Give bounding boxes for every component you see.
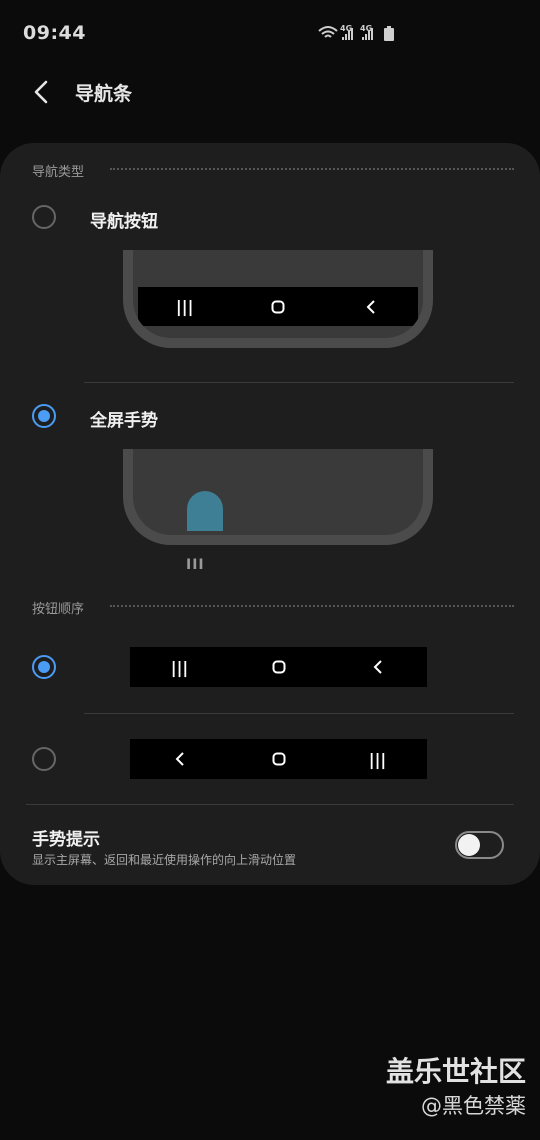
back-button[interactable] — [28, 78, 56, 106]
radio-order-recents-first[interactable] — [32, 655, 56, 679]
wifi-icon — [318, 26, 338, 38]
recents-icon: ||| — [368, 749, 387, 769]
section-divider — [110, 605, 514, 607]
network-label-2: 4G — [360, 24, 372, 33]
home-icon — [259, 752, 299, 766]
divider — [84, 382, 514, 383]
page-title: 导航条 — [75, 83, 133, 105]
option-label-nav-buttons: 导航按钮 — [90, 212, 158, 232]
preview-fullscreen-gestures[interactable] — [123, 449, 433, 545]
gesture-finger-icon — [187, 491, 223, 531]
back-icon — [351, 299, 391, 314]
toggle-knob — [458, 834, 480, 856]
radio-fullscreen-gestures[interactable] — [32, 404, 56, 428]
battery-icon — [384, 26, 394, 41]
recents-icon: ||| — [170, 657, 189, 677]
order-option-recents-first[interactable]: ||| — [130, 647, 427, 687]
preview-nav-buttons[interactable]: ||| — [123, 250, 433, 348]
gesture-hint-title: 手势提示 — [32, 830, 100, 850]
section-header-button-order: 按钮顺序 — [32, 602, 85, 617]
back-icon — [358, 660, 398, 674]
network-label-1: 4G — [340, 24, 352, 33]
watermark-title: 盖乐世社区 — [385, 1055, 526, 1088]
divider — [26, 804, 514, 805]
settings-card: 导航类型 导航按钮 ||| 全屏手势 按钮顺序 ||| ||| — [0, 143, 540, 885]
order-option-back-first[interactable]: ||| — [130, 739, 427, 779]
radio-order-back-first[interactable] — [32, 747, 56, 771]
home-icon — [259, 660, 299, 674]
back-icon — [160, 752, 200, 766]
section-header-nav-type: 导航类型 — [32, 165, 85, 180]
watermark-author: @黑色禁薬 — [421, 1094, 526, 1118]
gesture-handle-icon: III — [186, 557, 205, 573]
status-time: 09:44 — [23, 22, 86, 44]
chevron-left-icon — [34, 80, 48, 104]
recents-icon: ||| — [175, 297, 194, 316]
divider — [84, 713, 514, 714]
home-icon — [258, 300, 298, 314]
gesture-hint-description: 显示主屏幕、返回和最近使用操作的向上滑动位置 — [32, 853, 297, 867]
radio-nav-buttons[interactable] — [32, 205, 56, 229]
preview-navbar: ||| — [138, 287, 418, 326]
gesture-hint-toggle[interactable] — [455, 831, 504, 859]
status-icons: 4G 4G — [318, 22, 398, 44]
option-label-fullscreen-gestures: 全屏手势 — [90, 411, 158, 431]
section-divider — [110, 168, 514, 170]
